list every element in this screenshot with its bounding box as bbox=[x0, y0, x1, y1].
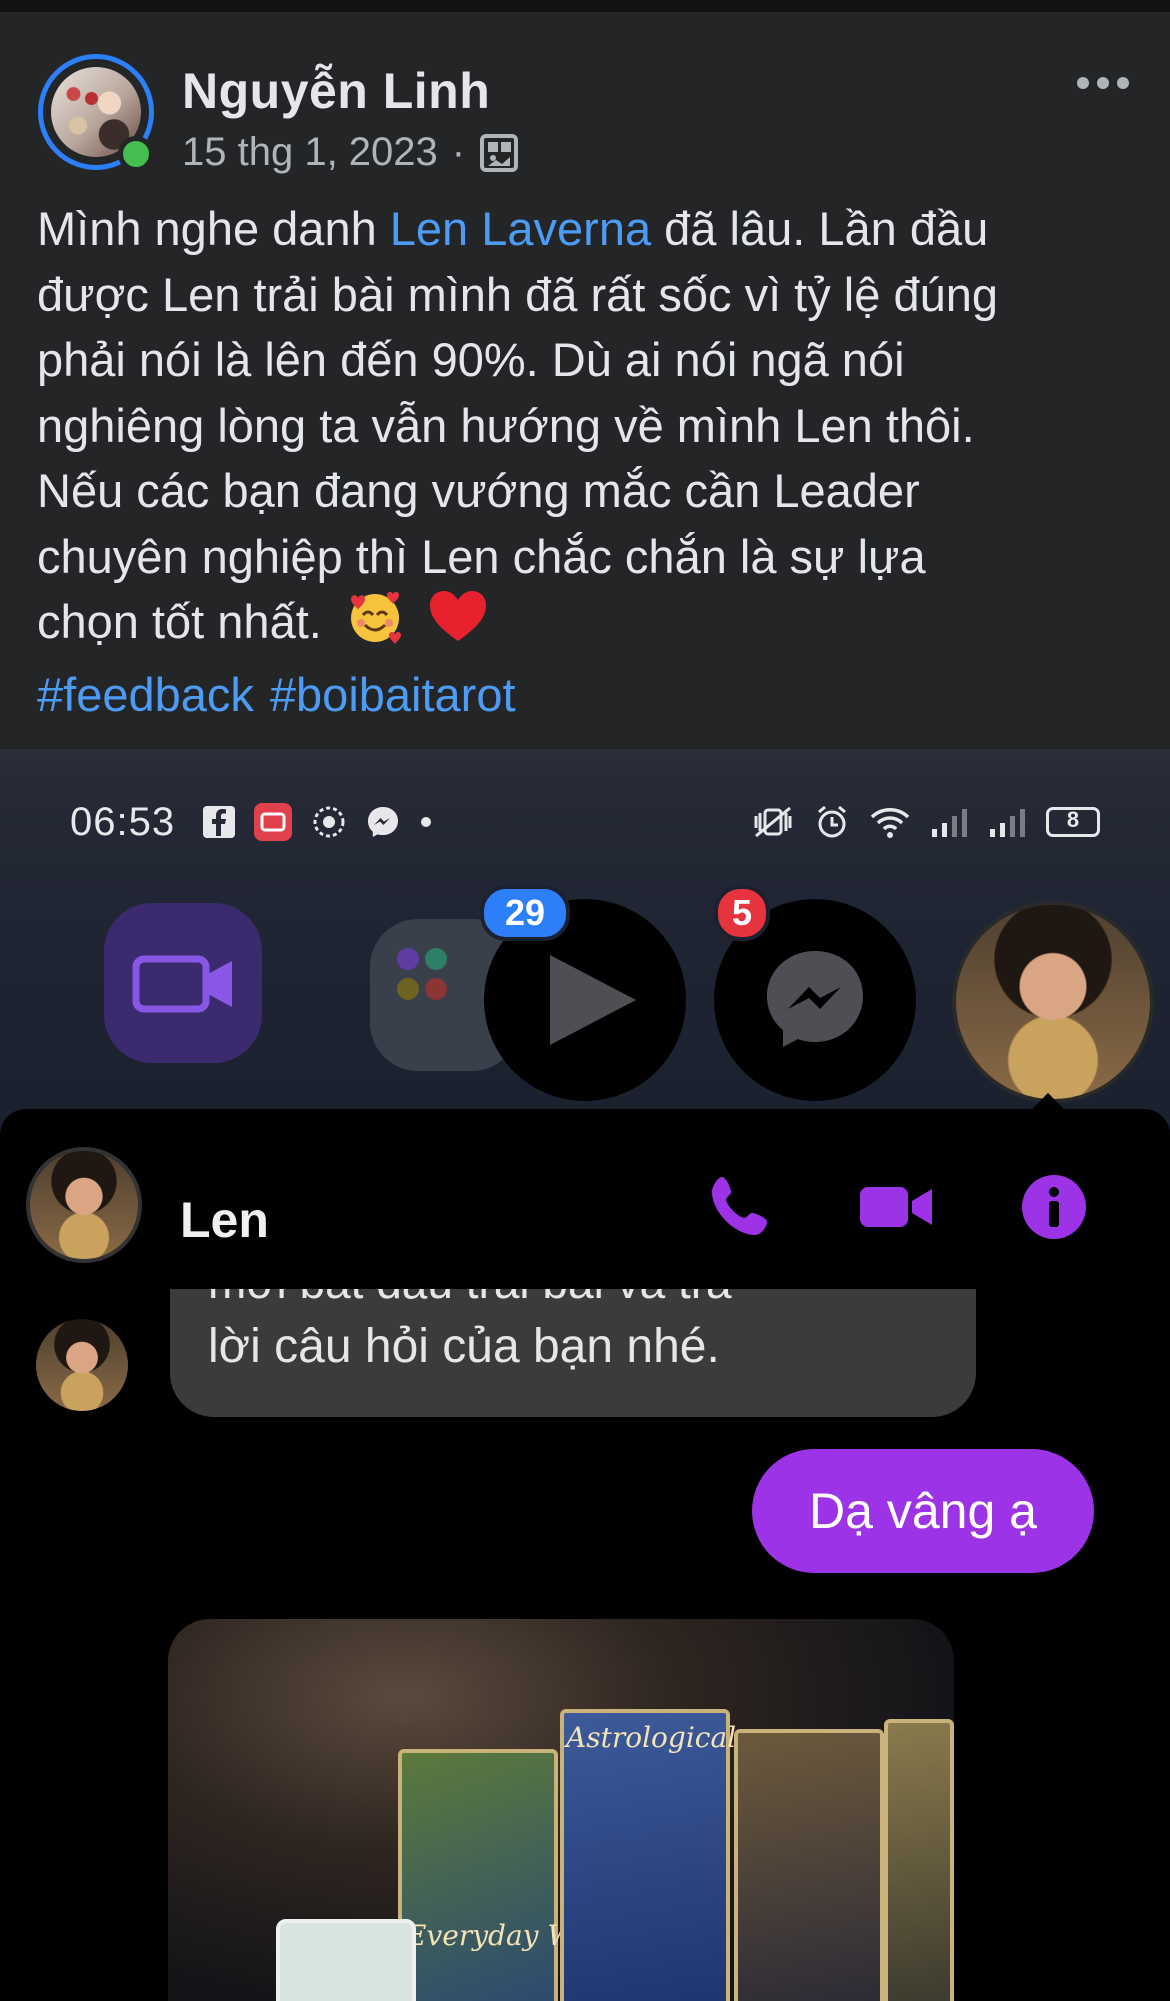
dot-icon bbox=[421, 817, 432, 827]
tarot-card bbox=[884, 1719, 954, 2001]
alarm-icon bbox=[818, 805, 846, 838]
smiling-face-with-hearts-icon bbox=[347, 589, 403, 662]
youtube-icon bbox=[254, 803, 293, 841]
contact-avatar[interactable] bbox=[26, 1147, 142, 1263]
tarot-card bbox=[734, 1729, 884, 2001]
post-text-line: Mình nghe danh Len Laverna đã lâu. Lần đ… bbox=[37, 202, 989, 255]
sender-avatar bbox=[36, 1319, 128, 1411]
post-text-line: nghiêng lòng ta vẫn hướng về mình Len th… bbox=[37, 398, 975, 452]
len-chathead[interactable] bbox=[952, 901, 1154, 1103]
tarot-card-front bbox=[276, 1919, 416, 2001]
hashtag-link[interactable]: #feedback bbox=[37, 668, 254, 721]
red-heart-icon bbox=[428, 589, 488, 662]
outgoing-message[interactable]: Dạ vâng ạ bbox=[752, 1449, 1094, 1573]
video-app-tile[interactable] bbox=[104, 903, 262, 1063]
status-time: 06:53 bbox=[70, 799, 176, 844]
video-call-icon[interactable] bbox=[856, 1167, 936, 1247]
video-badge: 29 bbox=[480, 885, 570, 941]
post-text-line: chọn tốt nhất. bbox=[37, 589, 1147, 662]
signal-icon bbox=[932, 809, 967, 837]
battery-level: 8 bbox=[1066, 807, 1080, 832]
post-text-line: được Len trải bài mình đã rất sốc vì tỷ … bbox=[37, 267, 998, 321]
info-icon[interactable] bbox=[1014, 1167, 1094, 1247]
messenger-badge: 5 bbox=[714, 885, 770, 941]
online-status-dot bbox=[118, 136, 154, 172]
phone-icon[interactable] bbox=[700, 1167, 780, 1247]
battery-icon: 8 bbox=[1046, 807, 1100, 837]
post-text-line: chuyên nghiệp thì Len chắc chắn là sự lự… bbox=[37, 529, 926, 583]
post-text-line: phải nói là lên đến 90%. Dù ai nói ngã n… bbox=[37, 333, 905, 386]
incoming-message[interactable]: mới bắt đầu trải bài và trả lời câu hỏi … bbox=[170, 1289, 976, 1417]
meta-separator: · bbox=[451, 130, 466, 174]
post-date[interactable]: 15 thg 1, 2023 bbox=[182, 130, 438, 175]
phone-status-bar: 06:53 8 bbox=[70, 797, 1100, 847]
messenger-chat: Len mới bắt đầu trải bài và trả lời câu … bbox=[0, 1109, 1170, 2001]
contact-name[interactable]: Len bbox=[180, 1191, 269, 1249]
chat-bubbles-row: 29 5 bbox=[0, 879, 1170, 1109]
post-meta: 15 thg 1, 2023 · bbox=[182, 130, 519, 175]
app-icon bbox=[313, 806, 345, 838]
video-camera-icon bbox=[132, 955, 232, 1013]
tarot-card bbox=[398, 1749, 558, 2001]
messenger-icon bbox=[368, 807, 399, 837]
photo-gallery-icon[interactable] bbox=[479, 133, 519, 173]
facebook-icon bbox=[203, 806, 236, 838]
mention-link[interactable]: Len Laverna bbox=[390, 202, 651, 255]
author-name[interactable]: Nguyễn Linh bbox=[182, 62, 490, 120]
incoming-message-cut-text: mới bắt đầu trải bài và trả bbox=[208, 1289, 732, 1309]
mute-vibrate-icon bbox=[754, 806, 792, 838]
signal-icon bbox=[990, 809, 1025, 837]
tarot-photo[interactable]: Everyday Witch Astrological bbox=[168, 1619, 954, 2001]
facebook-post: Nguyễn Linh 15 thg 1, 2023 · Mình nghe d… bbox=[0, 0, 1170, 2001]
more-dots-icon[interactable] bbox=[1075, 68, 1131, 98]
post-text-line: Nếu các bạn đang vướng mắc cần Leader bbox=[37, 464, 920, 517]
top-divider bbox=[0, 0, 1170, 12]
hashtag-link[interactable]: #boibaitarot bbox=[270, 668, 516, 721]
post-body: Mình nghe danh Len Laverna đã lâu. Lần đ… bbox=[37, 196, 1147, 727]
hashtags: #feedback #boibaitarot bbox=[37, 662, 1147, 728]
incoming-message-text: lời câu hỏi của bạn nhé. bbox=[208, 1320, 720, 1373]
card-label: Astrological bbox=[566, 1721, 737, 1754]
post-image[interactable]: 06:53 8 29 5 Len lời câu hỏi của bạn nhé… bbox=[0, 749, 1170, 2001]
wifi-icon bbox=[870, 808, 910, 838]
